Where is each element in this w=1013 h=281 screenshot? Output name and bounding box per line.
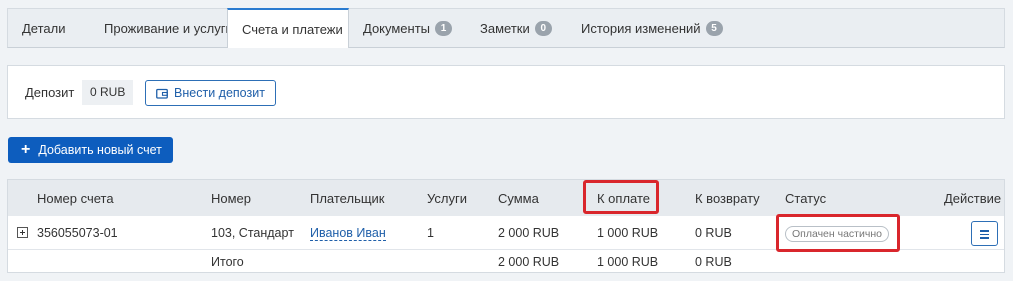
- tab-label: Заметки: [480, 21, 530, 36]
- tab-invoices-payments[interactable]: Счета и платежи: [227, 8, 349, 48]
- tab-details[interactable]: Детали: [8, 9, 90, 48]
- count-badge: 5: [705, 21, 723, 36]
- tab-documents[interactable]: Документы 1: [349, 9, 466, 48]
- hamburger-line: [980, 233, 989, 235]
- services-count: 1: [427, 226, 434, 240]
- deposit-panel: Депозит 0 RUB Внести депозит: [7, 65, 1005, 119]
- header-refund: К возврату: [695, 191, 760, 206]
- row-actions-button[interactable]: [971, 221, 998, 246]
- tab-label: История изменений: [581, 21, 701, 36]
- tab-history[interactable]: История изменений 5: [567, 9, 723, 48]
- deposit-value: 0 RUB: [82, 80, 134, 105]
- invoices-page: Детали Проживание и услуги Счета и плате…: [0, 0, 1013, 281]
- invoice-number: 356055073-01: [37, 226, 118, 240]
- table-total-row: Итого 2 000 RUB 1 000 RUB 0 RUB: [8, 250, 1004, 273]
- to-pay: 1 000 RUB: [597, 226, 659, 240]
- header-action: Действие: [944, 191, 1002, 206]
- wallet-icon: [156, 88, 168, 99]
- table-row: 356055073-01 103, Стандарт Иванов Иван 1…: [8, 216, 1004, 250]
- hamburger-line: [980, 237, 989, 239]
- header-sum: Сумма: [498, 191, 539, 206]
- tab-bar: Детали Проживание и услуги Счета и плате…: [7, 8, 1005, 48]
- total-sum: 2 000 RUB: [498, 255, 560, 269]
- header-status: Статус: [785, 191, 827, 206]
- tab-label: Детали: [22, 21, 66, 36]
- header-services: Услуги: [427, 191, 467, 206]
- make-deposit-label: Внести депозит: [174, 86, 265, 100]
- make-deposit-button[interactable]: Внести депозит: [145, 80, 276, 106]
- tab-label: Проживание и услуги: [104, 21, 233, 36]
- table-header: Номер счета Номер Плательщик Услуги Сумм…: [8, 180, 1004, 216]
- header-room: Номер: [211, 191, 252, 206]
- total-label: Итого: [211, 255, 244, 269]
- count-badge: 0: [534, 21, 552, 36]
- expand-plus-icon[interactable]: [17, 227, 28, 238]
- hamburger-menu-icon: [980, 230, 989, 232]
- room: 103, Стандарт: [211, 226, 294, 240]
- plus-icon: +: [21, 141, 31, 158]
- count-badge: 1: [435, 21, 453, 36]
- total-to-pay: 1 000 RUB: [597, 255, 659, 269]
- deposit-label: Депозит: [25, 85, 75, 100]
- refund: 0 RUB: [695, 226, 732, 240]
- tab-label: Счета и платежи: [242, 21, 343, 37]
- tab-accommodation[interactable]: Проживание и услуги: [90, 9, 233, 48]
- header-payer: Плательщик: [310, 191, 385, 206]
- invoices-table: Номер счета Номер Плательщик Услуги Сумм…: [7, 179, 1005, 273]
- header-to-pay: К оплате: [597, 191, 651, 206]
- total-refund: 0 RUB: [695, 255, 732, 269]
- add-invoice-button[interactable]: + Добавить новый счет: [8, 137, 173, 163]
- header-invoice-number: Номер счета: [37, 191, 114, 206]
- payer-link[interactable]: Иванов Иван: [310, 226, 386, 241]
- add-invoice-label: Добавить новый счет: [38, 143, 162, 157]
- status-badge: Оплачен частично: [785, 226, 889, 242]
- tab-notes[interactable]: Заметки 0: [466, 9, 567, 48]
- tab-label: Документы: [363, 21, 431, 36]
- sum: 2 000 RUB: [498, 226, 560, 240]
